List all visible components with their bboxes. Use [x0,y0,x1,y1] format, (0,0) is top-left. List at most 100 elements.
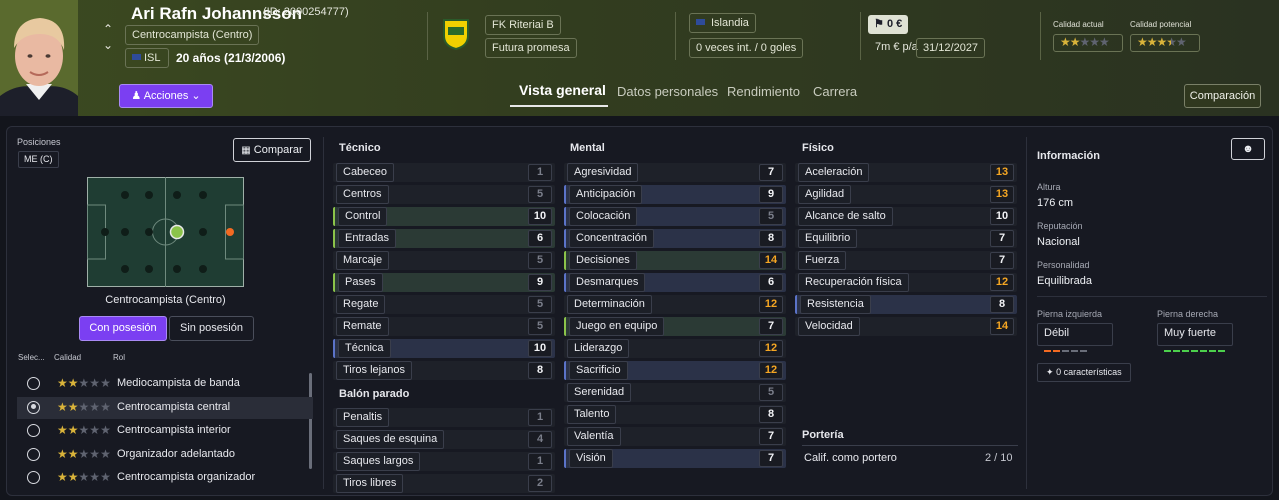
attribute-name: Agilidad [798,185,852,204]
role-row[interactable]: ★★★★★ Centrocampista central [17,396,313,419]
attribute-value: 8 [759,230,783,247]
role-name: Mediocampista de banda [117,377,240,389]
attribute-row-penaltis: Penaltis 1 [333,408,555,427]
attribute-row-tecnica: Técnica 10 [333,339,555,358]
role-radio[interactable] [27,471,40,484]
attribute-value: 9 [528,274,552,291]
nation-badge[interactable]: Islandia [689,13,756,33]
attribute-name: Juego en equipo [569,317,665,336]
attribute-value: 12 [759,340,783,357]
left-foot-meter [1044,341,1087,355]
attribute-name: Control [338,207,388,226]
attribute-name: Tiros lejanos [336,361,412,380]
attribute-value: 8 [990,296,1014,313]
attribute-row-saques-largos: Saques largos 1 [333,452,555,471]
player-header: ⌃ ⌄ Ari Rafn Johannsson (ID: 2000254777)… [0,0,1279,116]
info-settings-button[interactable]: ☻ [1231,138,1265,160]
role-row[interactable]: ★★★★★ Centrocampista interior [17,420,313,442]
role-row[interactable]: ★★★★★ Centrocampista organizador [17,467,313,489]
player-age: 20 años (21/3/2006) [176,51,286,65]
attribute-name: Sacrificio [569,361,628,380]
left-foot-value: Débil [1044,327,1070,339]
value-badge: ⚑ 0 € [868,15,909,34]
contract-expiry: 31/12/2027 [916,38,986,58]
nation-code-badge: ISL [125,48,169,68]
attribute-name: Tiros libres [336,474,404,493]
attribute-row-vision: Visión 7 [564,449,786,468]
comparison-button[interactable]: Comparación [1184,84,1261,108]
role-radio[interactable] [27,447,40,461]
section-info-title: Información [1037,150,1100,162]
attribute-name: Pases [338,273,383,292]
right-foot-meter [1164,341,1225,355]
attribute-value: 10 [528,208,552,225]
toggle-without-possession[interactable]: Sin posesión [169,316,254,341]
traits-button[interactable]: ✦ 0 características [1037,363,1131,382]
attribute-name: Liderazgo [567,339,630,358]
attribute-row-desmarques: Desmarques 6 [564,273,786,292]
role-radio[interactable] [27,400,40,414]
attribute-row-recuperacion-fisica: Recuperación física 12 [795,273,1017,292]
attribute-value: 7 [759,428,783,445]
attribute-row-concentracion: Concentración 8 [564,229,786,248]
caps-goals: 0 veces int. / 0 goles [689,38,804,58]
role-name: Organizador adelantado [117,447,236,460]
club-name[interactable]: FK Riteriai B [485,15,561,35]
attribute-row-anticipacion: Anticipación 9 [564,185,786,204]
tab-personal-data[interactable]: Datos personales [617,84,718,99]
attribute-value: 5 [528,318,552,335]
attribute-name: Penaltis [336,408,390,427]
attribute-row-decisiones: Decisiones 14 [564,251,786,270]
divider [675,12,676,60]
divider [860,12,861,60]
tab-career[interactable]: Carrera [813,84,857,99]
role-quality-stars: ★★★★★ [57,399,111,414]
attribute-value: 12 [990,274,1014,291]
role-row[interactable]: ★★★★★ Organizador adelantado [17,444,313,466]
attribute-name: Equilibrio [798,229,858,248]
attribute-value: 5 [528,252,552,269]
chevron-down-icon[interactable]: ⌄ [103,38,113,52]
attribute-value: 14 [759,252,783,269]
attribute-value: 4 [528,431,552,448]
attribute-row-tiros-libres: Tiros libres 2 [333,474,555,493]
divider [427,12,428,60]
role-quality-stars: ★★★★★ [57,423,111,437]
attribute-value: 6 [528,230,552,247]
column-divider [1026,137,1027,489]
attribute-row-valentia: Valentía 7 [564,427,786,446]
positions-label: Posiciones [17,137,61,147]
tab-performance[interactable]: Rendimiento [727,84,800,99]
actions-button[interactable]: ♟ Acciones ⌄ [119,84,213,108]
attribute-value: 7 [759,164,783,181]
attribute-row-aceleracion: Aceleración 13 [795,163,1017,182]
compare-icon: ▦ [241,145,251,156]
attribute-value: 5 [528,186,552,203]
compare-button[interactable]: ▦ Comparar [233,138,311,162]
attribute-row-tiros-lejanos: Tiros lejanos 8 [333,361,555,380]
attribute-row-regate: Regate 5 [333,295,555,314]
attribute-row-serenidad: Serenidad 5 [564,383,786,402]
right-foot-box: Muy fuerte [1157,323,1233,352]
player-photo [0,0,78,116]
potential-ability-stars: ★★★★★ [1130,34,1200,52]
attribute-row-control: Control 10 [333,207,555,226]
attribute-name: Alcance de salto [798,207,893,226]
attribute-value: 13 [990,186,1014,203]
divider [1040,12,1041,60]
role-radio[interactable] [27,377,40,390]
reputation-value: Nacional [1037,236,1080,248]
role-row[interactable]: ★★★★★ Mediocampista de banda [17,373,313,395]
wage: 7m € p/a [875,41,918,53]
goalkeeping-divider [802,445,1018,446]
attribute-name: Fuerza [798,251,847,270]
role-radio[interactable] [27,424,40,437]
chevron-up-icon[interactable]: ⌃ [103,22,113,36]
attribute-row-saques-de-esquina: Saques de esquina 4 [333,430,555,449]
pitch [87,177,244,287]
tab-overview[interactable]: Vista general [519,82,606,98]
attribute-row-centros: Centros 5 [333,185,555,204]
attribute-row-juego-en-equipo: Juego en equipo 7 [564,317,786,336]
toggle-with-possession[interactable]: Con posesión [79,316,167,341]
player-id: (ID: 2000254777) [263,6,349,18]
